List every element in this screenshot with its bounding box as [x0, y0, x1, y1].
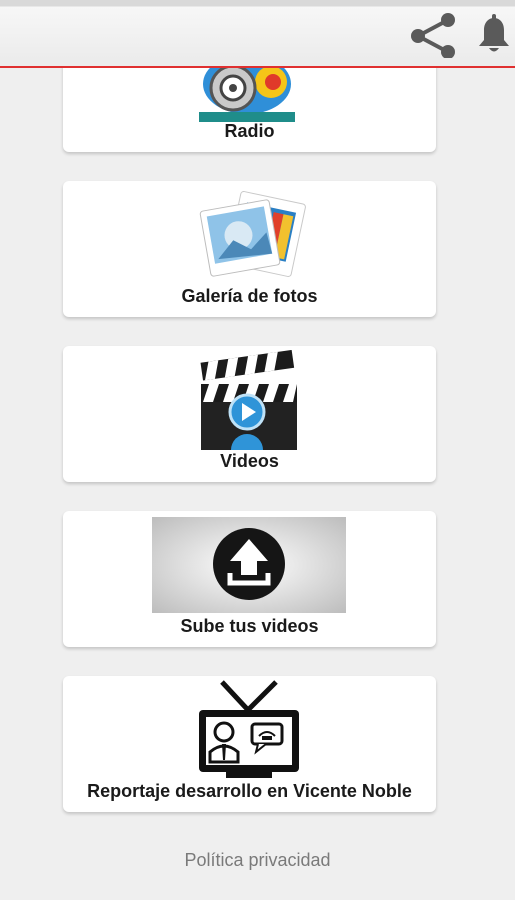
bell-icon[interactable] [474, 14, 514, 56]
menu-item-upload-videos[interactable]: Sube tus videos [63, 511, 436, 647]
video-clapper-icon [200, 350, 297, 450]
menu-item-label: Sube tus videos [180, 616, 319, 636]
menu-item-label: Galería de fotos [181, 286, 318, 306]
menu-item-videos[interactable]: Videos [63, 346, 436, 482]
menu-item-report[interactable]: Reportaje desarrollo en Vicente Noble [63, 676, 436, 812]
privacy-policy-link[interactable]: Política privacidad [0, 850, 515, 871]
share-icon[interactable] [406, 12, 458, 58]
app-toolbar [0, 0, 515, 68]
tv-report-icon [199, 680, 299, 778]
main-content: Radio Galería de fotos Videos Sube tus v… [0, 0, 515, 900]
upload-icon [152, 517, 346, 613]
menu-item-photo-gallery[interactable]: Galería de fotos [63, 181, 436, 317]
photo-gallery-icon [199, 191, 306, 277]
menu-item-label: Videos [220, 451, 279, 471]
menu-item-label: Reportaje desarrollo en Vicente Noble [87, 781, 412, 801]
menu-item-label: Radio [224, 121, 275, 141]
